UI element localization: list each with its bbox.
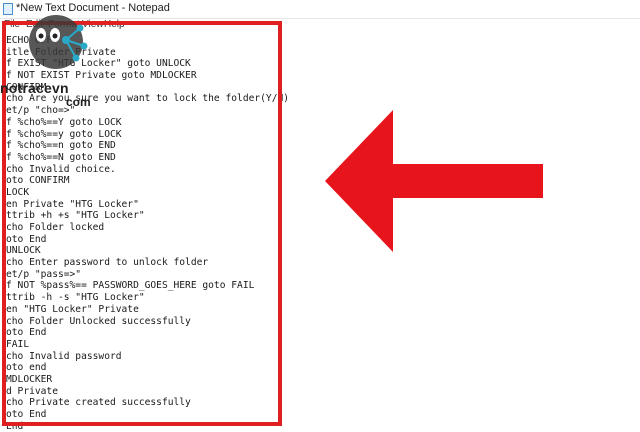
red-arrow-icon [325, 110, 543, 252]
logo-network-icon [29, 15, 88, 69]
watermark-domain: com [66, 95, 91, 109]
watermark-text: notracevn [0, 80, 69, 96]
watermark-logo: notracevn com [0, 10, 130, 109]
